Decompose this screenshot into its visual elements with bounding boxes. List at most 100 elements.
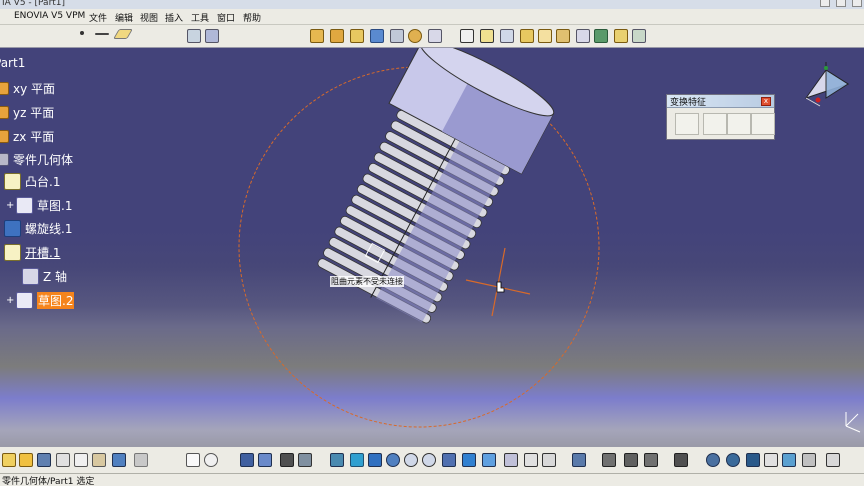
multi-view-icon[interactable] [462, 453, 476, 467]
point-icon[interactable] [80, 31, 84, 35]
rectangular-pattern-button[interactable] [727, 113, 751, 135]
cut-icon[interactable] [56, 453, 70, 467]
pad-icon[interactable] [310, 29, 324, 43]
remove-face-icon[interactable] [576, 29, 590, 43]
tree-item-zx-plane[interactable]: zx 平面 [0, 128, 54, 145]
iso-view-icon[interactable] [482, 453, 496, 467]
snapshot-icon[interactable] [674, 453, 688, 467]
hide-show-icon[interactable] [524, 453, 538, 467]
thread-icon[interactable] [556, 29, 570, 43]
rib-icon[interactable] [408, 29, 422, 43]
tree-item-slot-1[interactable]: 开槽.1 [4, 244, 60, 261]
axis-system-icon[interactable] [602, 453, 616, 467]
menu-file[interactable]: 文件 [89, 11, 107, 24]
tree-item-yz-plane[interactable]: yz 平面 [0, 104, 54, 121]
normal-view-icon[interactable] [442, 453, 456, 467]
layer-icon[interactable] [802, 453, 816, 467]
menu-window[interactable]: 窗口 [217, 11, 235, 24]
menu-help[interactable]: 帮助 [243, 11, 261, 24]
copy-icon[interactable] [74, 453, 88, 467]
tree-item-label: 螺旋线.1 [25, 222, 73, 236]
refresh-icon[interactable] [706, 453, 720, 467]
shell-icon[interactable] [520, 29, 534, 43]
shaft-icon[interactable] [350, 29, 364, 43]
render-icon[interactable] [726, 453, 740, 467]
expand-icon[interactable]: + [6, 295, 14, 305]
tree-item-sketch-1[interactable]: + 草图.1 [6, 197, 72, 214]
line-icon[interactable] [95, 33, 109, 35]
units-icon[interactable] [764, 453, 778, 467]
apply-material-icon[interactable] [298, 453, 312, 467]
catalog-icon[interactable] [258, 453, 272, 467]
sew-surface-icon[interactable] [614, 29, 628, 43]
helix-icon [4, 220, 21, 237]
measure-icon[interactable] [280, 453, 294, 467]
zoom-out-icon[interactable] [422, 453, 436, 467]
translation-button[interactable] [675, 113, 699, 135]
table-icon[interactable] [240, 453, 254, 467]
bolt-model[interactable] [305, 48, 560, 333]
properties-icon[interactable] [746, 453, 760, 467]
list-icon[interactable] [826, 453, 840, 467]
paste-icon[interactable] [92, 453, 106, 467]
tree-item-part-body[interactable]: 零件几何体 [0, 151, 73, 168]
sketch-plane-icon[interactable] [187, 29, 201, 43]
undo-icon[interactable] [112, 453, 126, 467]
boolean-icon[interactable] [644, 453, 658, 467]
hole-icon[interactable] [390, 29, 404, 43]
viewport-annotation: 阻曲元素不受未连接 [330, 276, 404, 287]
close-surface-icon[interactable] [632, 29, 646, 43]
update-icon[interactable] [572, 453, 586, 467]
tree-item-pad-1[interactable]: 凸台.1 [4, 173, 60, 190]
fly-mode-icon[interactable] [330, 453, 344, 467]
tree-item-xy-plane[interactable]: xy 平面 [0, 80, 55, 97]
toolbar-header[interactable]: 变换特征 x [667, 95, 774, 108]
thickness-icon[interactable] [538, 29, 552, 43]
menu-view[interactable]: 视图 [140, 11, 158, 24]
rotate-icon[interactable] [386, 453, 400, 467]
pocket-icon[interactable] [330, 29, 344, 43]
slot-icon[interactable] [428, 29, 442, 43]
menu-tools[interactable]: 工具 [191, 11, 209, 24]
mirror-button[interactable] [703, 113, 727, 135]
tree-root[interactable]: Part1 [0, 56, 25, 70]
swap-space-icon[interactable] [542, 453, 556, 467]
part-body-icon[interactable] [624, 453, 638, 467]
transform-features-toolbar[interactable]: 变换特征 x [666, 94, 775, 140]
menu-insert[interactable]: 插入 [165, 11, 183, 24]
compass-icon[interactable] [796, 60, 856, 115]
new-file-icon[interactable] [2, 453, 16, 467]
edge-fillet-icon[interactable] [460, 29, 474, 43]
maximize-icon[interactable] [836, 0, 846, 7]
scaling-button[interactable] [751, 113, 775, 135]
menu-edit[interactable]: 编辑 [115, 11, 133, 24]
redo-icon[interactable] [134, 453, 148, 467]
zoom-in-icon[interactable] [404, 453, 418, 467]
replace-face-icon[interactable] [594, 29, 608, 43]
expand-icon[interactable]: + [6, 200, 14, 210]
help-icon[interactable] [204, 453, 218, 467]
library-icon[interactable] [782, 453, 796, 467]
tree-item-sketch-2[interactable]: + 草图.2 [6, 292, 75, 309]
shading-icon[interactable] [504, 453, 518, 467]
close-window-icon[interactable] [852, 0, 862, 7]
title-bar: IA V5 - [Part1] [0, 0, 864, 9]
tree-item-label: 草图.2 [37, 292, 75, 309]
menu-enovia[interactable]: ENOVIA V5 VPM [14, 11, 85, 21]
tree-item-z-axis[interactable]: Z 轴 [22, 268, 67, 285]
save-icon[interactable] [37, 453, 51, 467]
formula-icon[interactable] [186, 453, 200, 467]
tree-item-label: 草图.1 [37, 199, 73, 213]
tree-item-label: zx 平面 [13, 130, 55, 144]
minimize-icon[interactable] [820, 0, 830, 7]
fit-all-icon[interactable] [350, 453, 364, 467]
plane-icon[interactable] [113, 29, 133, 39]
open-file-icon[interactable] [19, 453, 33, 467]
pan-icon[interactable] [368, 453, 382, 467]
draft-icon[interactable] [500, 29, 514, 43]
groove-icon[interactable] [370, 29, 384, 43]
close-icon[interactable]: x [761, 97, 771, 106]
chamfer-icon[interactable] [480, 29, 494, 43]
tree-item-helix-1[interactable]: 螺旋线.1 [4, 220, 72, 237]
sketcher-icon[interactable] [205, 29, 219, 43]
